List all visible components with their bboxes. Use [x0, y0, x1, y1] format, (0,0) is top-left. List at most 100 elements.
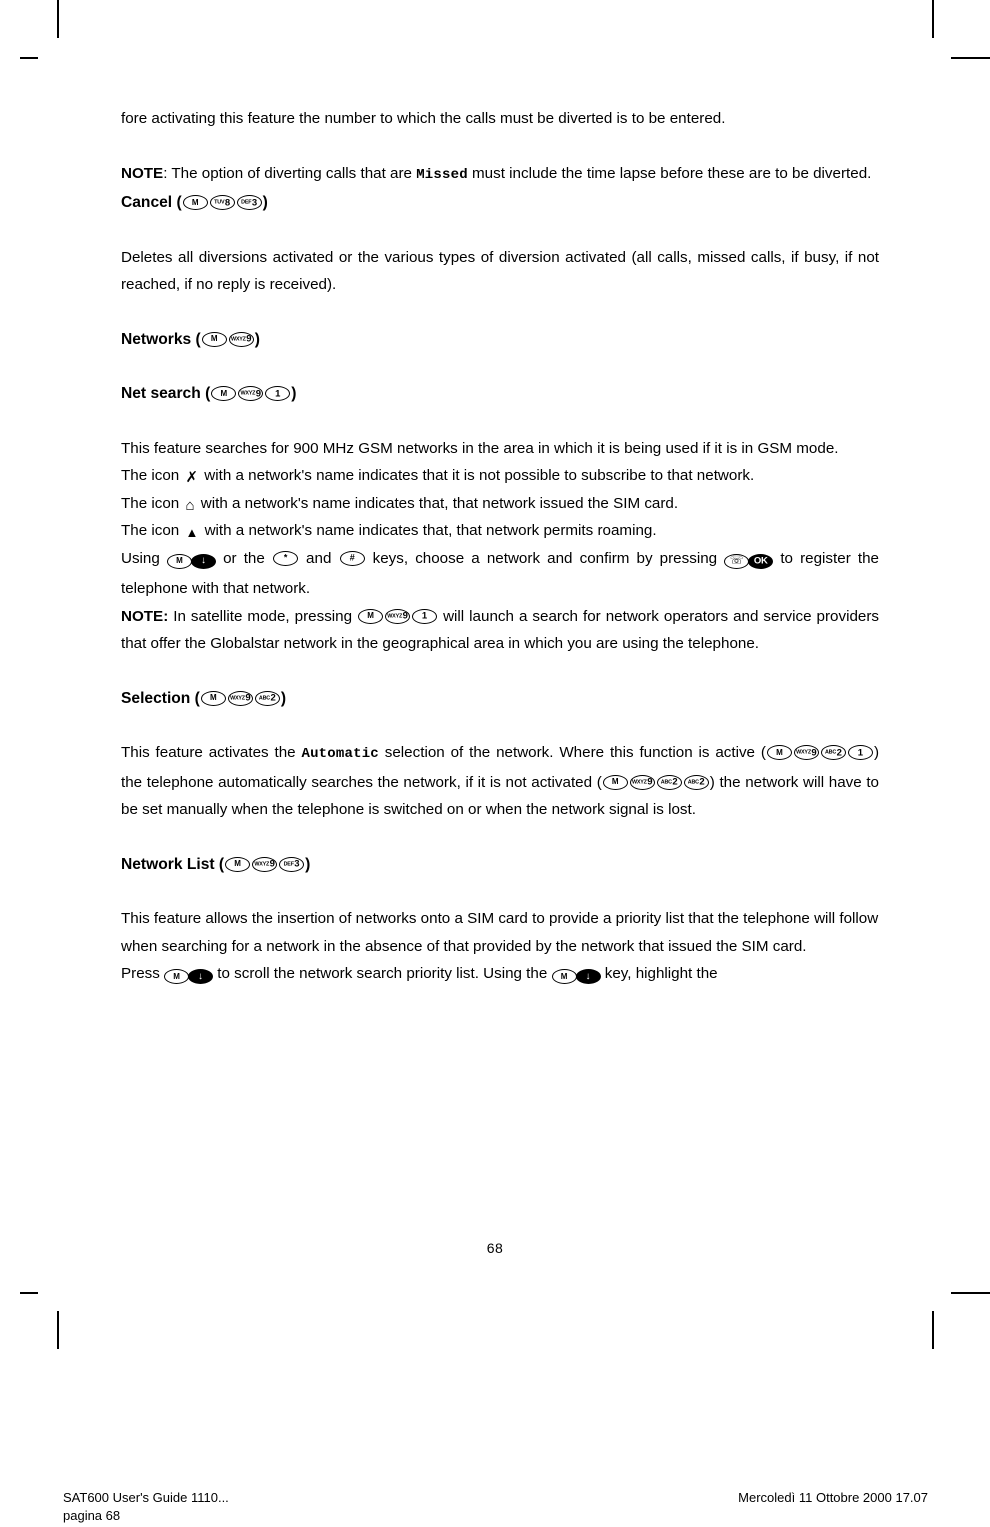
- paragraph-press-scroll: Press M ↓ to scroll the network search pr…: [121, 960, 879, 991]
- icon-home-prefix: The icon: [121, 494, 184, 512]
- key-9-icon: WXYZ9: [385, 608, 411, 624]
- press-part2: to scroll the network search priority li…: [213, 965, 552, 982]
- key-m-icon: M: [358, 608, 384, 624]
- paren-close: ): [291, 385, 297, 402]
- paragraph-icon-no-subscribe: The icon ✗ with a network's name indicat…: [121, 462, 879, 490]
- key-2-icon: ABC2: [656, 774, 682, 790]
- key-3-icon: DEF3: [279, 856, 305, 872]
- key-3-icon: DEF3: [236, 195, 262, 210]
- crop-mark-bottom-left-horizontal: [20, 1292, 38, 1294]
- key-hash-icon: #: [339, 550, 365, 566]
- heading-net-search-title: Net search: [121, 385, 201, 402]
- using-part3: and: [298, 549, 339, 567]
- icon-home-suffix: with a network's name indicates that, th…: [196, 494, 679, 512]
- note-satellite-label: NOTE:: [121, 607, 169, 625]
- key-m-icon: M: [166, 553, 192, 569]
- heading-networks-title: Networks: [121, 330, 192, 348]
- crop-mark-bottom-right-vertical: [932, 1311, 934, 1349]
- key-1-icon: 1: [265, 386, 291, 401]
- key-combo-phone-ok: ☏ OK: [724, 548, 774, 576]
- paren-close: ): [262, 194, 268, 211]
- note-label: NOTE: [121, 164, 164, 182]
- paren-open: (: [214, 855, 225, 873]
- heading-net-search: Net search (M WXYZ9 1): [121, 380, 879, 408]
- key-9-icon: WXYZ9: [227, 690, 253, 706]
- paragraph-deletes-text: Deletes all diversions activated or the …: [121, 248, 879, 294]
- paren-close: ): [280, 689, 287, 707]
- key-down-arrow-icon: ↓: [190, 553, 216, 569]
- paren-close: ): [305, 855, 311, 873]
- heading-networks: Networks (M WXYZ9): [121, 326, 879, 354]
- page-number: 68: [486, 1240, 504, 1256]
- key-1-icon: 1: [412, 608, 438, 624]
- page-content: fore activating this feature the number …: [121, 105, 879, 991]
- home-icon: ⌂: [185, 496, 195, 514]
- heading-cancel-title: Cancel: [121, 194, 173, 211]
- selection-part2: selection of the network. Where this fun…: [378, 744, 766, 761]
- crop-mark-top-left-horizontal: [20, 57, 38, 59]
- key-2-icon: ABC2: [683, 774, 709, 790]
- key-1-icon: 1: [847, 745, 873, 760]
- paragraph-search-gsm-text: This feature searches for 900 MHz GSM ne…: [121, 439, 839, 457]
- page-footer: SAT600 User's Guide 1110... pagina 68 Me…: [63, 1489, 928, 1525]
- key-m-icon: M: [551, 969, 577, 984]
- key-m-icon: M: [182, 195, 208, 210]
- network-list-text: This feature allows the insertion of net…: [121, 910, 879, 955]
- key-combo-m-down: M ↓: [164, 963, 214, 991]
- heading-selection-title: Selection: [121, 689, 191, 707]
- key-m-icon: M: [164, 969, 190, 984]
- key-m-icon: M: [201, 331, 227, 347]
- roaming-triangle-icon: ▲: [185, 525, 199, 540]
- key-down-arrow-icon: ↓: [575, 969, 601, 984]
- no-subscribe-icon: ✗: [185, 469, 199, 486]
- key-2-icon: ABC2: [820, 745, 846, 760]
- paren-open: (: [190, 689, 200, 707]
- key-combo-m-down: M ↓: [166, 548, 216, 576]
- paren-open: (: [200, 385, 211, 402]
- footer-left: SAT600 User's Guide 1110... pagina 68: [63, 1489, 229, 1525]
- paragraph-network-list-body: This feature allows the insertion of net…: [121, 905, 879, 960]
- using-part1: Using: [121, 549, 167, 567]
- paren-open: (: [172, 194, 182, 211]
- key-9-icon: WXYZ9: [793, 745, 819, 760]
- heading-selection: Selection (M WXYZ9 ABC2): [121, 685, 879, 713]
- paragraph-deletes: Deletes all diversions activated or the …: [121, 244, 879, 299]
- key-phone-icon: ☏: [724, 553, 750, 569]
- key-star-icon: *: [272, 550, 298, 566]
- key-9-icon: WXYZ9: [238, 386, 264, 401]
- heading-network-list: Network List (M WXYZ9 DEF3): [121, 851, 879, 879]
- paragraph-icon-roaming: The icon ▲ with a network's name indicat…: [121, 517, 879, 545]
- heading-cancel: Cancel (M TUV8 DEF3): [121, 189, 879, 217]
- paragraph-selection-body: This feature activates the Automatic sel…: [121, 739, 879, 824]
- paragraph-search-gsm: This feature searches for 900 MHz GSM ne…: [121, 435, 879, 463]
- footer-document-title: SAT600 User's Guide 1110...: [63, 1490, 229, 1505]
- key-9-icon: WXYZ9: [228, 331, 254, 347]
- crop-mark-bottom-left-vertical: [57, 1311, 59, 1349]
- crop-mark-top-left-vertical: [57, 0, 59, 38]
- using-part2: or the: [215, 549, 272, 567]
- icon-roaming-suffix: with a network's name indicates that, th…: [200, 522, 657, 539]
- using-part4: keys, choose a network and confirm by pr…: [365, 549, 725, 567]
- keyword-automatic: Automatic: [301, 746, 379, 762]
- key-m-icon: M: [211, 386, 237, 401]
- press-part1: Press: [121, 965, 165, 982]
- key-m-icon: M: [225, 856, 251, 872]
- paren-open: (: [191, 330, 201, 348]
- paragraph-note-missed: NOTE: The option of diverting calls that…: [121, 160, 879, 190]
- paragraph-intro: fore activating this feature the number …: [121, 105, 879, 133]
- paragraph-icon-home: The icon ⌂ with a network's name indicat…: [121, 490, 879, 518]
- note-missed-part1: : The option of diverting calls that are: [163, 164, 417, 182]
- paragraph-using-keys: Using M ↓ or the * and # keys, choose a n…: [121, 545, 879, 603]
- crop-mark-top-right-vertical: [932, 0, 934, 38]
- crop-mark-top-right-horizontal: [951, 57, 990, 59]
- key-9-icon: WXYZ9: [629, 774, 655, 790]
- key-2-icon: ABC2: [254, 690, 280, 706]
- heading-network-list-title: Network List: [121, 855, 215, 873]
